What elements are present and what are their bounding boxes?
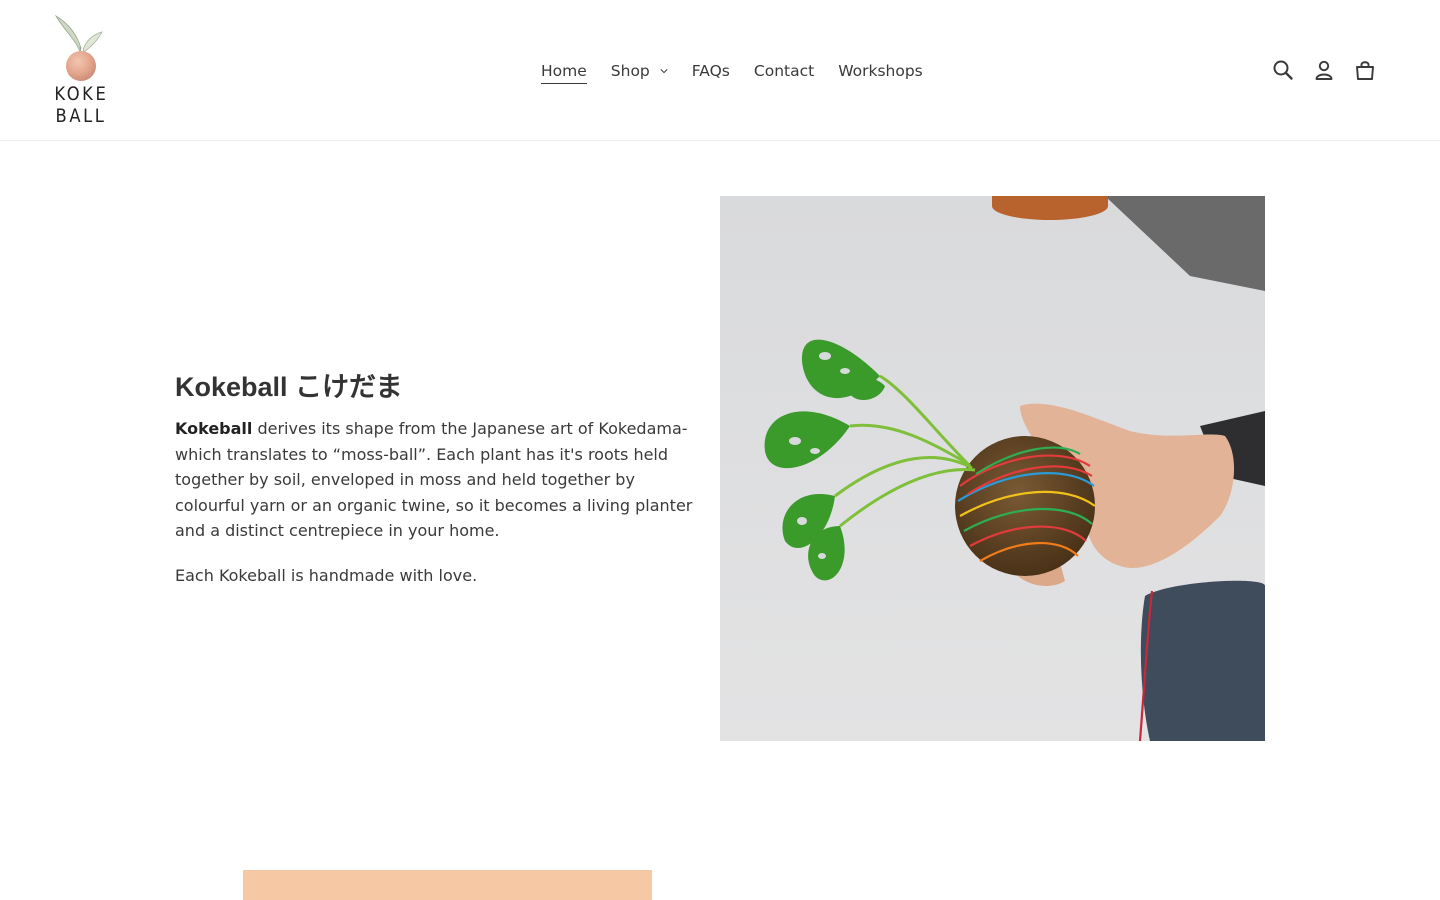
hero-paragraph: Kokeball derives its shape from the Japa… [175, 416, 695, 544]
cart-icon [1356, 61, 1374, 80]
hero-title: Kokeball こけだま [175, 372, 403, 402]
nav-item-label: Home [541, 59, 587, 84]
nav-item-home[interactable]: Home [541, 59, 587, 84]
search-button[interactable] [1270, 57, 1296, 83]
hero-description: Kokeball derives its shape from the Japa… [175, 416, 695, 588]
nav-item-label: Workshops [838, 62, 923, 80]
nav-item-shop[interactable]: Shop [611, 59, 668, 83]
nav-item-contact[interactable]: Contact [754, 59, 814, 83]
chevron-down-icon [660, 69, 668, 74]
nav-item-label: Contact [753, 62, 815, 80]
nav-item-workshops[interactable]: Workshops [838, 59, 923, 83]
header-icons [1270, 57, 1378, 83]
logo-text-line1: KOKE [54, 83, 109, 105]
account-icon [1315, 60, 1333, 80]
kokeball-logo[interactable]: KOKE BALL [50, 12, 112, 130]
main-nav: Home Shop FAQs Contact Workshops [541, 58, 947, 84]
hero-bold-brand: Kokeball [175, 419, 253, 438]
nav-item-faqs[interactable]: FAQs [692, 59, 730, 83]
hero-body-text: derives its shape from the Japanese art … [175, 419, 693, 540]
hero-photo [720, 196, 1265, 741]
account-button[interactable] [1311, 57, 1337, 83]
hero-tagline: Each Kokeball is handmade with love. [175, 565, 478, 585]
kokeball-logo-mark-icon [54, 14, 103, 81]
kokedama-photo-image [720, 196, 1265, 741]
site-header: KOKE BALL Home Shop FAQs Contact Worksho… [0, 0, 1440, 141]
nav-item-label: Shop [610, 62, 650, 80]
search-icon [1273, 60, 1293, 80]
cart-button[interactable] [1352, 57, 1378, 83]
nav-item-label: FAQs [691, 62, 730, 80]
logo-text-line2: BALL [55, 105, 107, 127]
next-section-image [243, 870, 652, 900]
